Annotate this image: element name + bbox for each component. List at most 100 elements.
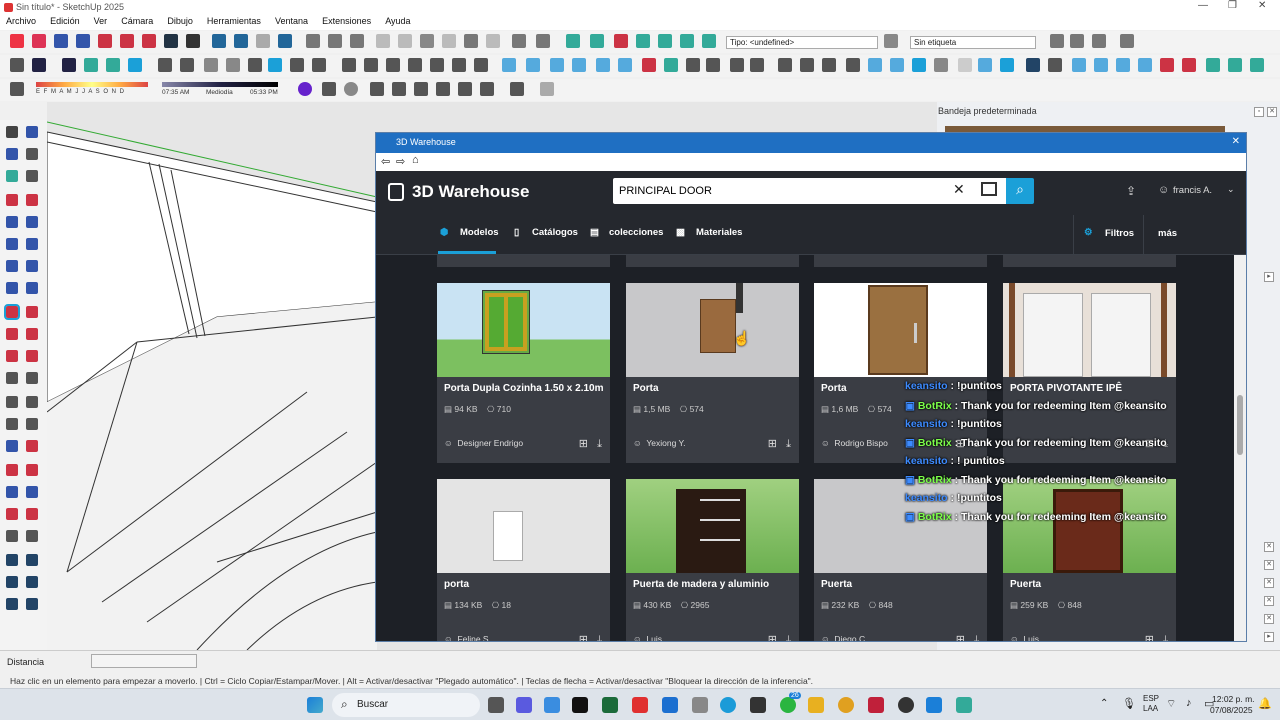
view-3d-icon[interactable]: ⊞ [1145,634,1154,641]
cube-6-icon[interactable] [618,58,632,72]
result-card-partial[interactable] [437,255,610,267]
volume-icon[interactable]: ♪ [1186,697,1192,709]
card-author[interactable]: ☺ Luis [633,634,662,641]
zoom-extents-icon[interactable] [98,34,112,48]
location-icon[interactable] [1120,34,1134,48]
top-view-icon[interactable] [84,58,98,72]
maximize-icon[interactable]: ❐ [1228,0,1237,11]
paint-icon[interactable] [32,34,46,48]
taskbar-search[interactable]: ⌕ Buscar [332,693,480,717]
settings-icon[interactable] [800,58,814,72]
tiktok-icon[interactable] [572,697,588,713]
lasso-icon[interactable] [26,126,38,138]
chevron-up-icon[interactable]: ⌃ [1100,698,1108,709]
print-icon[interactable] [512,34,526,48]
tape-tool-icon[interactable] [6,372,18,384]
card-title[interactable]: porta [444,579,469,590]
pie-icon[interactable] [26,282,38,294]
previous-icon[interactable] [120,34,134,48]
netflix-icon[interactable] [632,697,648,713]
follow-me-icon[interactable] [664,58,678,72]
warehouse-logo[interactable]: 3D Warehouse [412,182,529,202]
result-card-partial[interactable] [1003,255,1176,267]
view-3d-icon[interactable]: ⊞ [956,634,965,641]
paste-icon[interactable] [420,34,434,48]
cube-5-icon[interactable] [596,58,610,72]
window-2-icon[interactable] [430,58,444,72]
undo-icon[interactable] [464,34,478,48]
scenes-icon[interactable] [1092,34,1106,48]
author-name[interactable]: Feline S. [457,634,491,641]
clock-time[interactable]: 12:02 p. m. [1212,694,1255,704]
card-author[interactable]: ☺ Diego C. [821,634,867,641]
upload-icon[interactable]: ⇪ [1126,184,1136,198]
front-view-icon[interactable] [106,58,120,72]
arc-2-icon[interactable] [26,260,38,272]
card-title[interactable]: Porta [633,383,659,394]
tray-pin-icon[interactable]: ▫ [1254,107,1264,117]
tag-icon[interactable] [6,170,18,182]
star-icon[interactable] [1160,58,1174,72]
clock-icon[interactable] [436,82,450,96]
back-icon[interactable]: ⇦ [381,155,390,168]
star-2-icon[interactable] [1182,58,1196,72]
outer-shell-icon[interactable] [278,34,292,48]
solid-icon[interactable] [256,34,270,48]
walk-icon[interactable] [186,34,200,48]
filters-button[interactable]: Filtros [1105,228,1134,239]
styles-icon[interactable] [636,34,650,48]
scrollbar-thumb[interactable] [1237,395,1243,455]
acrobat-icon[interactable] [868,697,884,713]
section-tool-icon[interactable] [6,464,18,476]
model-thumbnail[interactable] [626,479,799,573]
xray-icon[interactable] [204,58,218,72]
door-icon[interactable] [364,58,378,72]
author-name[interactable]: Designer Endrigo [457,438,523,448]
section-cut-icon[interactable] [702,34,716,48]
tray-collapse-5-icon[interactable]: ✕ [1264,614,1274,624]
position-icon[interactable] [6,530,18,542]
app-icon[interactable] [692,697,708,713]
open-file-icon[interactable] [328,34,342,48]
whatsapp-icon[interactable] [780,697,796,713]
rotate-icon[interactable] [6,328,18,340]
tray-collapse-2-icon[interactable]: ✕ [1264,560,1274,570]
dimension-tool-icon[interactable] [6,396,18,408]
window-4-icon[interactable] [474,58,488,72]
user-name[interactable]: francis A. [1173,185,1212,196]
author-name[interactable]: Yexiong Y. [646,438,685,448]
cut-icon[interactable] [376,34,390,48]
card-author[interactable]: ☺ Rodrigo Bispo [821,438,888,448]
download-icon[interactable]: ⤓ [786,438,791,450]
group-icon[interactable] [234,34,248,48]
download-icon[interactable]: ⤓ [597,438,602,450]
link-icon[interactable] [978,58,992,72]
extension-warehouse-icon[interactable] [614,34,628,48]
terrain-1-icon[interactable] [1206,58,1220,72]
card-title[interactable]: Puerta de madera y aluminio [633,579,769,590]
hex-4-icon[interactable] [1138,58,1152,72]
shaded-icon[interactable] [290,58,304,72]
tape-icon[interactable] [706,58,720,72]
view-3d-icon[interactable]: ⊞ [579,438,588,450]
circle-tool-icon[interactable] [6,238,18,250]
redo-icon[interactable] [486,34,500,48]
pan-icon[interactable] [26,440,38,452]
download-icon[interactable]: ⤓ [1163,634,1168,641]
tab-catalogos[interactable]: Catálogos [532,227,578,238]
profile-icon[interactable] [298,82,312,96]
dots-icon[interactable] [958,58,972,72]
menu-herramientas[interactable]: Herramientas [201,14,266,26]
notification-icon[interactable]: 🔔 [1258,697,1272,710]
tab-materiales[interactable]: Materiales [696,227,742,238]
lines-icon[interactable] [510,82,524,96]
hex-3-icon[interactable] [1116,58,1130,72]
more-button[interactable]: más [1158,228,1177,239]
sandbox-3-icon[interactable] [26,576,38,588]
x-icon[interactable] [822,58,836,72]
tray-expand-icon[interactable]: ▸ [1264,272,1274,282]
sandbox-4-icon[interactable] [6,598,18,610]
tag-color-icon[interactable] [884,34,898,48]
clock-date[interactable]: 07/08/2025 [1210,705,1253,715]
wireframe-icon[interactable] [248,58,262,72]
